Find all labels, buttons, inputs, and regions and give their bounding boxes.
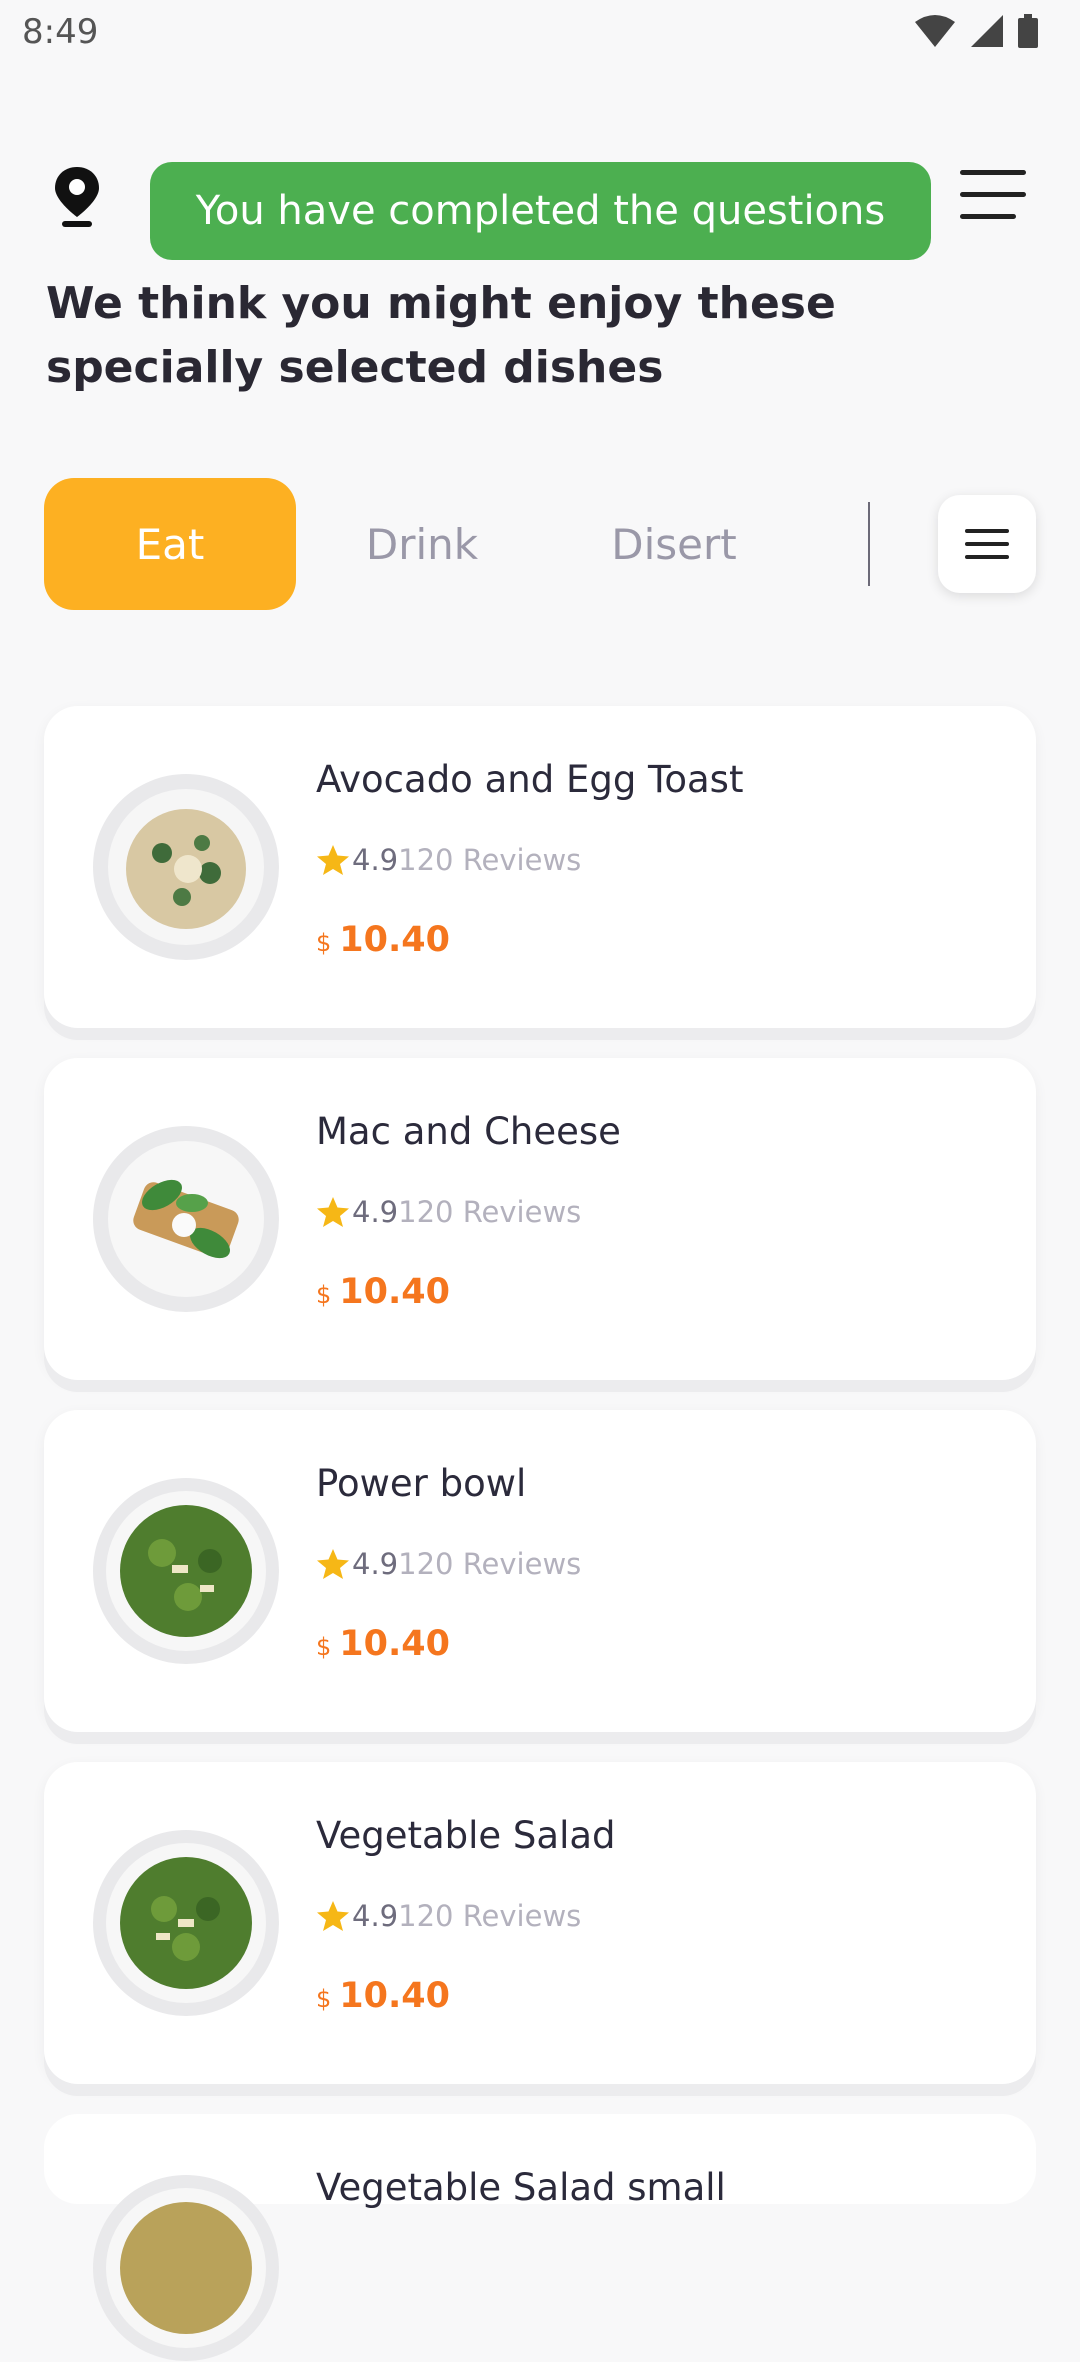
star-icon: [317, 1901, 349, 1931]
dish-card[interactable]: Vegetable Salad 4.9 120 Reviews $10.40: [44, 1762, 1036, 2084]
dish-image: [93, 2175, 279, 2361]
dish-name: Avocado and Egg Toast: [316, 758, 744, 801]
dish-image: [93, 1830, 279, 2016]
star-icon: [317, 845, 349, 875]
dish-name: Mac and Cheese: [316, 1110, 621, 1153]
price-value: 10.40: [339, 1624, 450, 1664]
currency-symbol: $: [316, 1281, 332, 1309]
dish-rating: 4.9 120 Reviews: [316, 1899, 581, 1933]
dish-name: Vegetable Salad small: [316, 2166, 726, 2209]
price-value: 10.40: [339, 1976, 450, 2016]
rating-value: 4.9: [352, 1195, 399, 1229]
status-time: 8:49: [22, 12, 99, 52]
dish-rating: 4.9 120 Reviews: [316, 1195, 581, 1229]
battery-icon: [1018, 14, 1038, 48]
dish-price: $10.40: [316, 920, 450, 960]
tabs-divider: [868, 502, 870, 586]
tab-disert[interactable]: Disert: [548, 478, 800, 610]
category-tabs: Eat Drink Disert: [44, 478, 1044, 610]
signal-icon: [971, 15, 1003, 47]
dish-card[interactable]: Vegetable Salad small: [44, 2114, 1036, 2361]
dish-price: $10.40: [316, 1624, 450, 1664]
dish-name: Vegetable Salad: [316, 1814, 616, 1857]
filter-button[interactable]: [938, 495, 1036, 593]
dish-image: [93, 774, 279, 960]
completion-toast: You have completed the questions: [150, 162, 931, 260]
status-bar: 8:49: [0, 0, 1080, 66]
review-count: 120 Reviews: [398, 1547, 582, 1581]
location-pin-icon[interactable]: [52, 165, 102, 227]
review-count: 120 Reviews: [398, 1195, 582, 1229]
price-value: 10.40: [339, 920, 450, 960]
wifi-icon: [915, 15, 955, 47]
star-icon: [317, 1197, 349, 1227]
currency-symbol: $: [316, 1985, 332, 2013]
dish-card[interactable]: Mac and Cheese 4.9 120 Reviews $10.40: [44, 1058, 1036, 1380]
rating-value: 4.9: [352, 1899, 399, 1933]
price-value: 10.40: [339, 1272, 450, 1312]
dish-card[interactable]: Power bowl 4.9 120 Reviews $10.40: [44, 1410, 1036, 1732]
tab-eat[interactable]: Eat: [44, 478, 296, 610]
rating-value: 4.9: [352, 843, 399, 877]
star-icon: [317, 1549, 349, 1579]
dish-rating: 4.9 120 Reviews: [316, 843, 581, 877]
review-count: 120 Reviews: [398, 1899, 582, 1933]
rating-value: 4.9: [352, 1547, 399, 1581]
dish-price: $10.40: [316, 1272, 450, 1312]
hamburger-menu-icon[interactable]: [960, 170, 1030, 222]
dish-image: [93, 1478, 279, 1664]
currency-symbol: $: [316, 929, 332, 957]
currency-symbol: $: [316, 1633, 332, 1661]
page-heading: We think you might enjoy these specially…: [46, 278, 836, 393]
tab-drink[interactable]: Drink: [296, 478, 548, 610]
filter-menu-icon: [965, 529, 1009, 559]
dish-card[interactable]: Avocado and Egg Toast 4.9 120 Reviews $1…: [44, 706, 1036, 1028]
dish-price: $10.40: [316, 1976, 450, 2016]
dish-rating: 4.9 120 Reviews: [316, 1547, 581, 1581]
dish-name: Power bowl: [316, 1462, 527, 1505]
status-icons: [914, 14, 1038, 48]
dish-image: [93, 1126, 279, 1312]
review-count: 120 Reviews: [398, 843, 582, 877]
